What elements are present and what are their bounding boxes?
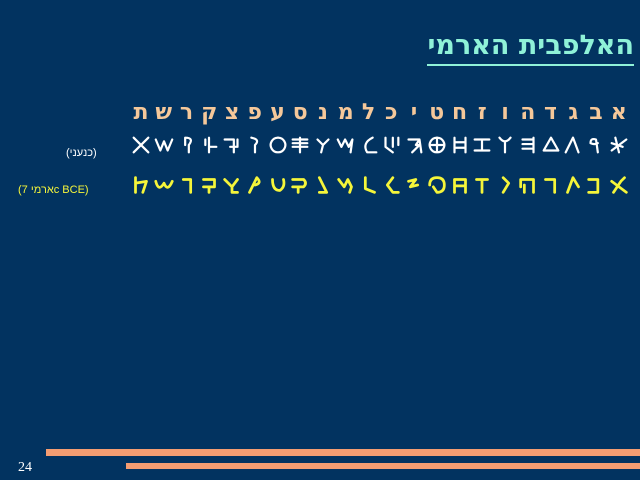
canaanite-pe-glyph (244, 132, 266, 158)
aramaic-qof-glyph (198, 172, 220, 198)
aramaic-yod-glyph (403, 172, 425, 198)
canaanite-zayin-glyph (471, 132, 493, 158)
hebrew-letter: ע (270, 99, 285, 125)
canaanite-resh-glyph (176, 132, 198, 158)
hebrew-letter: ד (544, 99, 557, 125)
aramaic-tav-glyph (130, 172, 152, 198)
aramaic-pe-glyph (244, 172, 266, 198)
aramaic-kaf-glyph (380, 172, 402, 198)
aramaic-mem-glyph (335, 172, 357, 198)
hebrew-letter: י (410, 99, 418, 125)
hebrew-letters-row: אבגדהוזחטיכלמנסעפצקרשת (130, 97, 630, 127)
canaanite-vav-glyph (494, 132, 516, 158)
aramaic-samekh-glyph (289, 172, 311, 198)
canaanite-nun-glyph (312, 132, 334, 158)
canaanite-ayin-glyph (267, 132, 289, 158)
canaanite-het-glyph (449, 132, 471, 158)
aramaic-tet-glyph (426, 172, 448, 198)
hebrew-letter: ה (520, 99, 536, 125)
canaanite-samekh-glyph (289, 132, 311, 158)
canaanite-kaf-glyph (380, 132, 402, 158)
hebrew-letter: ח (451, 99, 468, 125)
hebrew-letter: ב (589, 99, 603, 125)
hebrew-letter: ט (429, 99, 445, 125)
aramaic-gimel-glyph (562, 172, 584, 198)
canaanite-he-glyph (517, 132, 539, 158)
canaanite-dalet-glyph (540, 132, 562, 158)
aramaic-resh-glyph (176, 172, 198, 198)
aramaic-glyphs-row (130, 166, 630, 204)
decorative-bar-bottom (126, 463, 640, 469)
hebrew-letter: ק (201, 99, 218, 125)
aramaic-he-glyph (517, 172, 539, 198)
canaanite-shin-glyph (153, 132, 175, 158)
aramaic-vav-glyph (494, 172, 516, 198)
aramaic-zayin-glyph (471, 172, 493, 198)
canaanite-tet-glyph (426, 132, 448, 158)
hebrew-letter: ז (477, 99, 487, 125)
canaanite-row-label: (כנעני) (66, 147, 97, 159)
slide-title: האלפבית הארמי (427, 28, 634, 66)
aramaic-het-glyph (449, 172, 471, 198)
aramaic-nun-glyph (312, 172, 334, 198)
hebrew-letter: ס (292, 99, 308, 125)
hebrew-letter: ת (133, 99, 149, 125)
aramaic-shin-glyph (153, 172, 175, 198)
page-number: 24 (18, 460, 32, 475)
hebrew-letter: צ (224, 99, 240, 125)
aramaic-lamed-glyph (358, 172, 380, 198)
canaanite-lamed-glyph (358, 132, 380, 158)
decorative-bar-top (46, 449, 640, 456)
hebrew-letter: נ (318, 99, 328, 125)
hebrew-letter: מ (337, 99, 354, 125)
canaanite-bet-glyph (585, 132, 607, 158)
hebrew-letter: ל (361, 99, 376, 125)
hebrew-letter: א (610, 99, 627, 125)
canaanite-yod-glyph (403, 132, 425, 158)
aramaic-ayin-glyph (267, 172, 289, 198)
canaanite-mem-glyph (335, 132, 357, 158)
hebrew-letter: פ (247, 99, 262, 125)
canaanite-qof-glyph (198, 132, 220, 158)
canaanite-aleph-glyph (608, 132, 630, 158)
aramaic-row-label: (ארמי 7c BCE) (18, 184, 89, 196)
hebrew-letter: ג (568, 99, 579, 125)
aramaic-tsadi-glyph (221, 172, 243, 198)
canaanite-tav-glyph (130, 132, 152, 158)
aramaic-dalet-glyph (540, 172, 562, 198)
hebrew-letter: ו (501, 99, 509, 125)
aramaic-aleph-glyph (608, 172, 630, 198)
hebrew-letter: ר (179, 99, 194, 125)
canaanite-glyphs-row (130, 128, 630, 162)
hebrew-letter: כ (385, 99, 398, 125)
hebrew-letter: ש (155, 99, 173, 125)
aramaic-bet-glyph (585, 172, 607, 198)
canaanite-tsadi-glyph (221, 132, 243, 158)
canaanite-gimel-glyph (562, 132, 584, 158)
